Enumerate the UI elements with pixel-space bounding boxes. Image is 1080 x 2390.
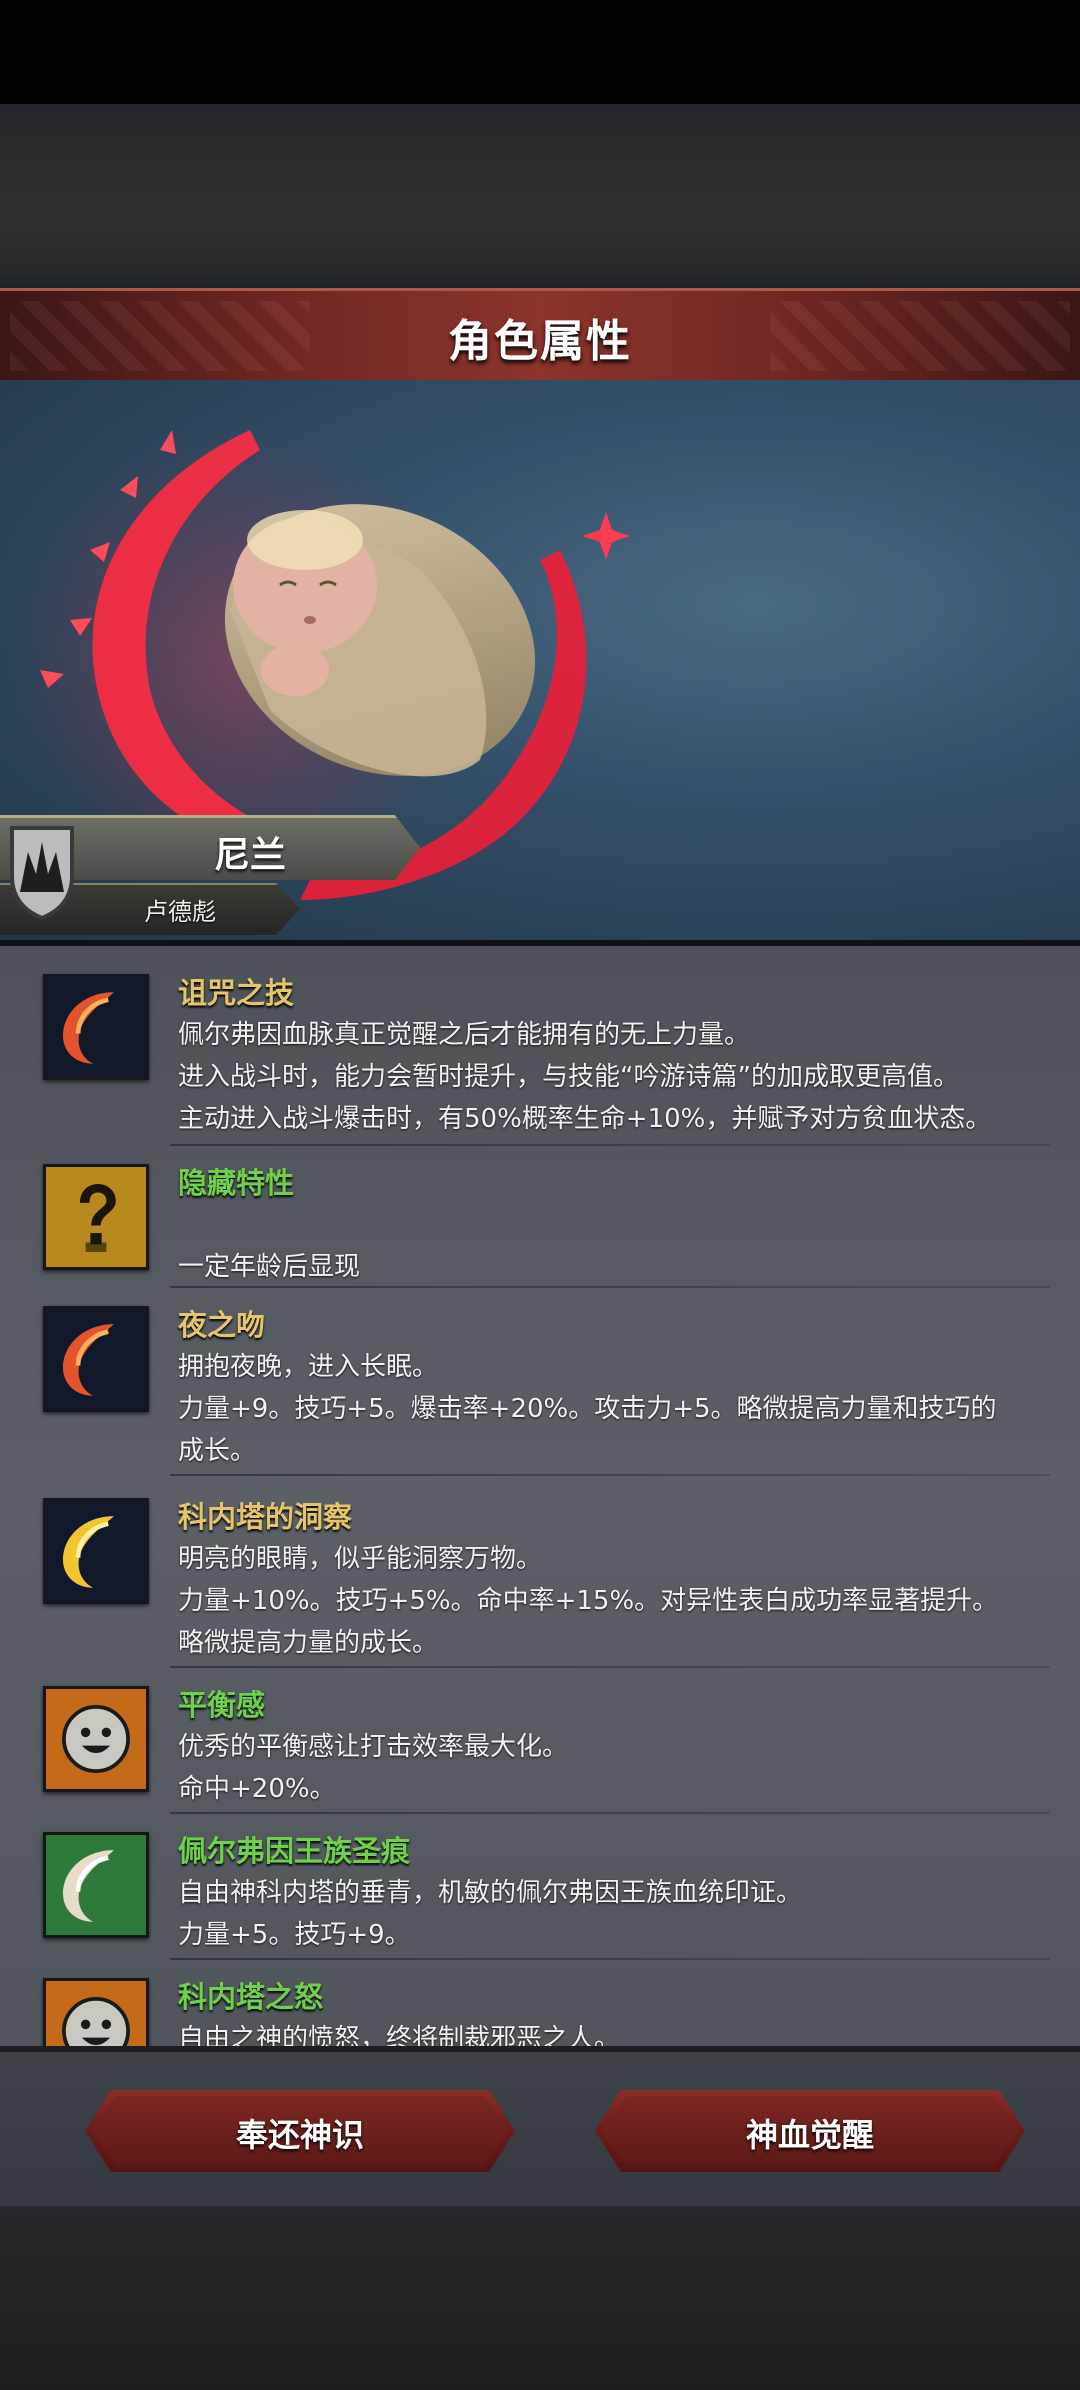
trait-desc: 优秀的平衡感让打击效率最大化。 [178,1732,569,1762]
trait-desc: 主动进入战斗爆击时，有50%概率生命+10%，并赋予对方贫血状态。 [178,1104,992,1134]
trait-desc: 力量+10%。技巧+5%。命中率+15%。对异性表白成功率显著提升。 [178,1586,999,1616]
trait-desc: 明亮的眼睛，似乎能洞察万物。 [178,1544,543,1574]
trait-desc: 略微提高力量的成长。 [178,1628,439,1658]
red-crescent-icon [43,974,149,1080]
top-band [0,104,1080,288]
trait-desc: 佩尔弗因血脉真正觉醒之后才能拥有的无上力量。 [178,1020,751,1050]
trait-name: 夜之吻 [178,1308,266,1342]
return-divinity-button[interactable]: 奉还神识 [85,2090,515,2172]
red-crescent-icon [43,1306,149,1412]
trait-name: 平衡感 [178,1688,266,1722]
trait-desc: 自由之神的愤怒，终将制裁邪恶之人。 [178,2024,621,2046]
character-name: 尼兰 [213,835,286,876]
divider [170,1812,1050,1814]
trait-list: 诅咒之技 佩尔弗因血脉真正觉醒之后才能拥有的无上力量。 进入战斗时，能力会暂时提… [0,946,1080,2046]
trait-desc: 一定年龄后显现 [178,1252,361,1282]
trait-name: 科内塔的洞察 [178,1500,353,1534]
trait-desc: 拥抱夜晚，进入长眠。 [178,1352,439,1382]
smile-face-icon [43,1686,149,1792]
trait-name: 佩尔弗因王族圣痕 [178,1834,411,1868]
trait-desc: 成长。 [178,1436,257,1466]
bottom-band [0,2206,1080,2390]
divine-blood-awaken-button[interactable]: 神血觉醒 [595,2090,1025,2172]
gold-crescent-icon [43,1498,149,1604]
shield-crest-icon [10,826,74,921]
trait-name: 隐藏特性 [178,1166,295,1200]
smile-face-icon [43,1978,149,2046]
divider [170,1286,1050,1288]
divider [170,1958,1050,1960]
trait-desc: 力量+9。技巧+5。爆击率+20%。攻击力+5。略微提高力量和技巧的 [178,1394,997,1424]
white-crescent-icon [43,1832,149,1938]
trait-desc: 自由神科内塔的垂青，机敏的佩尔弗因王族血统印证。 [178,1878,803,1908]
divider [170,1666,1050,1668]
trait-desc: 命中+20%。 [178,1774,336,1804]
trait-name: 诅咒之技 [178,976,295,1010]
character-title: 卢德彪 [144,898,216,926]
trait-name: 科内塔之怒 [178,1980,324,2014]
divider [170,1144,1050,1146]
page-title: 角色属性 [448,316,632,367]
button-label: 神血觉醒 [745,2116,874,2154]
divider [170,1474,1050,1476]
trait-desc: 力量+5。技巧+9。 [178,1920,411,1950]
question-mark-icon [43,1164,149,1270]
status-bar [0,0,1080,104]
trait-desc: 进入战斗时，能力会暂时提升，与技能“吟游诗篇”的加成取更高值。 [178,1062,959,1092]
button-label: 奉还神识 [235,2116,364,2154]
title-banner: 角色属性 [0,288,1080,387]
